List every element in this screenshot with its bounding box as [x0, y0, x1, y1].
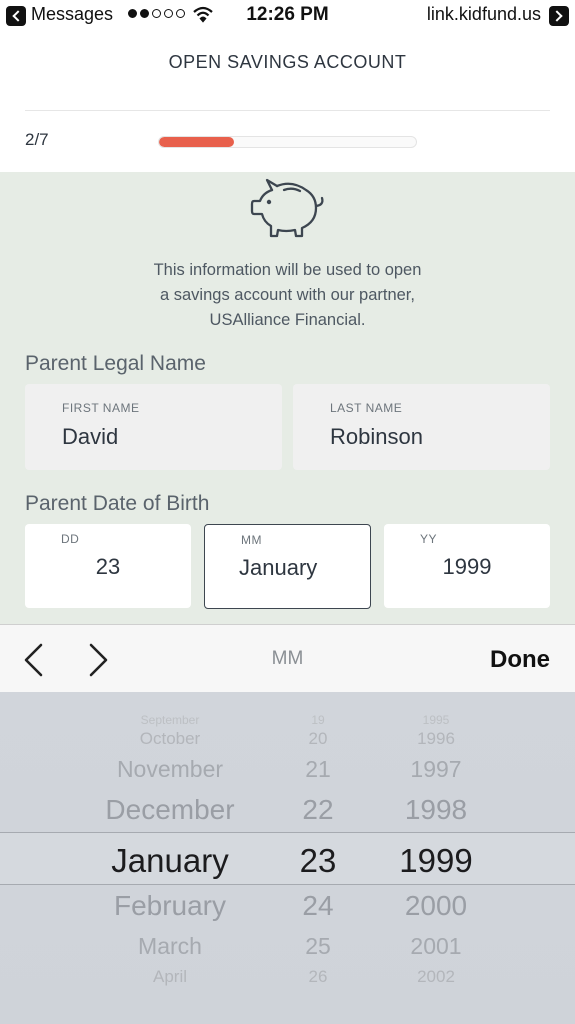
picker-day-item[interactable]: 24 [278, 892, 358, 920]
picker-month-item[interactable]: March [55, 935, 285, 958]
picker-month-item[interactable]: February [55, 892, 285, 920]
header-divider [25, 110, 550, 111]
info-text-line: This information will be used to open [153, 261, 422, 279]
dob-year-value[interactable]: 1999 [384, 554, 550, 580]
picker-year-item[interactable]: 1997 [376, 758, 496, 781]
picker-month-item[interactable]: January [55, 844, 285, 877]
dob-month-value[interactable]: January [239, 555, 317, 581]
first-name-value[interactable]: David [62, 424, 118, 450]
picker-day-item[interactable]: 25 [278, 935, 358, 958]
picker-year-item[interactable]: 2001 [376, 935, 496, 958]
dob-month-label: MM [241, 533, 262, 547]
progress-fill [159, 137, 234, 147]
last-name-field[interactable]: LAST NAME Robinson [293, 384, 550, 470]
picker-day-item[interactable]: 23 [278, 844, 358, 877]
dob-label: Parent Date of Birth [25, 492, 210, 515]
form-section: This information will be used to open a … [0, 172, 575, 624]
piggy-bank-icon [250, 178, 324, 238]
picker-day-item[interactable]: 22 [278, 796, 358, 824]
last-name-value[interactable]: Robinson [330, 424, 423, 450]
dob-year-label: YY [420, 532, 438, 546]
picker-day-item[interactable]: 21 [278, 758, 358, 781]
info-text: This information will be used to open a … [110, 258, 465, 333]
dob-month-field[interactable]: MM January [204, 524, 371, 609]
info-text-line: USAlliance Financial. [209, 311, 366, 329]
info-text-line: a savings account with our partner, [160, 286, 415, 304]
first-name-label: FIRST NAME [62, 401, 140, 415]
dob-year-field[interactable]: YY 1999 [384, 524, 550, 608]
picker-year-item[interactable]: 1999 [376, 844, 496, 877]
picker-day-item[interactable]: 26 [278, 968, 358, 985]
done-button[interactable]: Done [490, 646, 550, 674]
picker-month-item[interactable]: November [55, 758, 285, 781]
picker-month-item[interactable]: September [55, 714, 285, 726]
picker-day-item[interactable]: 19 [278, 714, 358, 726]
picker-month-item[interactable]: April [55, 968, 285, 985]
picker-year-item[interactable]: 1995 [376, 714, 496, 726]
picker-day-item[interactable]: 20 [278, 730, 358, 747]
dob-day-field[interactable]: DD 23 [25, 524, 191, 608]
picker-year-item[interactable]: 1998 [376, 796, 496, 824]
status-bar: Messages 12:26 PM link.kidfund.us [0, 0, 575, 32]
picker-year-item[interactable]: 1996 [376, 730, 496, 747]
forward-arrow-icon[interactable] [549, 6, 569, 26]
page-title: OPEN SAVINGS ACCOUNT [168, 52, 407, 72]
picker-toolbar: MM Done [0, 624, 575, 692]
first-name-field[interactable]: FIRST NAME David [25, 384, 282, 470]
step-counter: 2/7 [25, 130, 49, 149]
picker-year-item[interactable]: 2000 [376, 892, 496, 920]
last-name-label: LAST NAME [330, 401, 403, 415]
picker-month-item[interactable]: October [55, 730, 285, 747]
dob-day-label: DD [61, 532, 80, 546]
date-picker-wheel[interactable]: September October November December January F… [0, 692, 575, 1024]
status-url[interactable]: link.kidfund.us [427, 4, 541, 25]
picker-year-item[interactable]: 2002 [376, 968, 496, 985]
picker-toolbar-title: MM [271, 648, 304, 669]
picker-month-item[interactable]: December [55, 796, 285, 824]
dob-day-value[interactable]: 23 [25, 554, 191, 580]
progress-bar [158, 136, 417, 148]
parent-name-label: Parent Legal Name [25, 352, 206, 375]
